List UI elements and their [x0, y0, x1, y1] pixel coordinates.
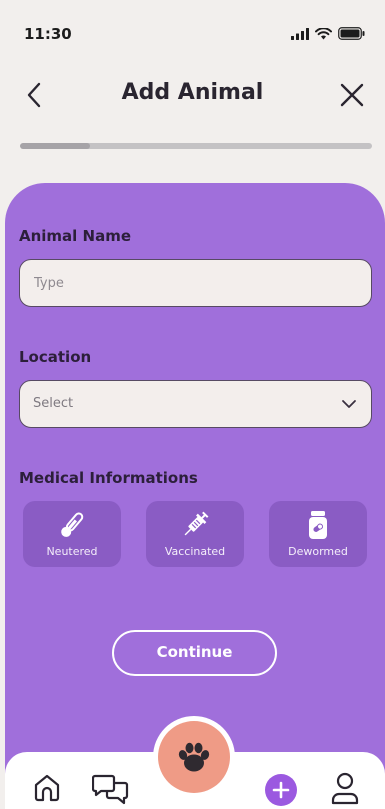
dewormed-option[interactable]: Dewormed [269, 501, 367, 567]
status-time: 11:30 [24, 25, 72, 43]
page-title: Add Animal [121, 80, 264, 105]
chevron-down-icon [342, 400, 356, 408]
medical-info-label: Medical Informations [19, 469, 198, 487]
home-icon [34, 774, 60, 802]
neutered-option[interactable]: Neutered [23, 501, 121, 567]
add-button[interactable] [265, 774, 297, 806]
plus-icon [272, 781, 290, 799]
tab-home[interactable] [32, 772, 62, 806]
dewormed-label: Dewormed [288, 545, 348, 558]
signal-icon [291, 27, 309, 40]
continue-button[interactable]: Continue [112, 630, 277, 676]
battery-icon [338, 27, 365, 40]
animal-name-input[interactable] [19, 259, 372, 307]
close-icon [340, 83, 364, 107]
location-label: Location [19, 348, 92, 366]
paw-button[interactable] [158, 721, 230, 793]
location-select[interactable]: Select [19, 380, 372, 428]
wifi-icon [315, 27, 332, 39]
paw-icon [178, 742, 210, 772]
location-select-value: Select [33, 396, 74, 411]
neutered-label: Neutered [46, 545, 98, 558]
animal-name-label: Animal Name [19, 227, 132, 245]
progress-fill [20, 143, 91, 149]
close-button[interactable] [339, 82, 365, 108]
status-bar: 11:30 [0, 0, 385, 64]
tab-profile[interactable] [330, 772, 360, 809]
thermometer-icon [61, 512, 84, 537]
profile-icon [331, 772, 359, 805]
vaccinated-label: Vaccinated [164, 545, 226, 558]
header: Add Animal [0, 70, 385, 120]
tab-messages[interactable] [91, 772, 130, 809]
syringe-icon [184, 511, 209, 536]
progress-bar [20, 143, 372, 149]
status-icons [291, 27, 365, 40]
vaccinated-option[interactable]: Vaccinated [146, 501, 244, 567]
chat-icon [91, 774, 129, 805]
pill-bottle-icon [309, 511, 327, 539]
